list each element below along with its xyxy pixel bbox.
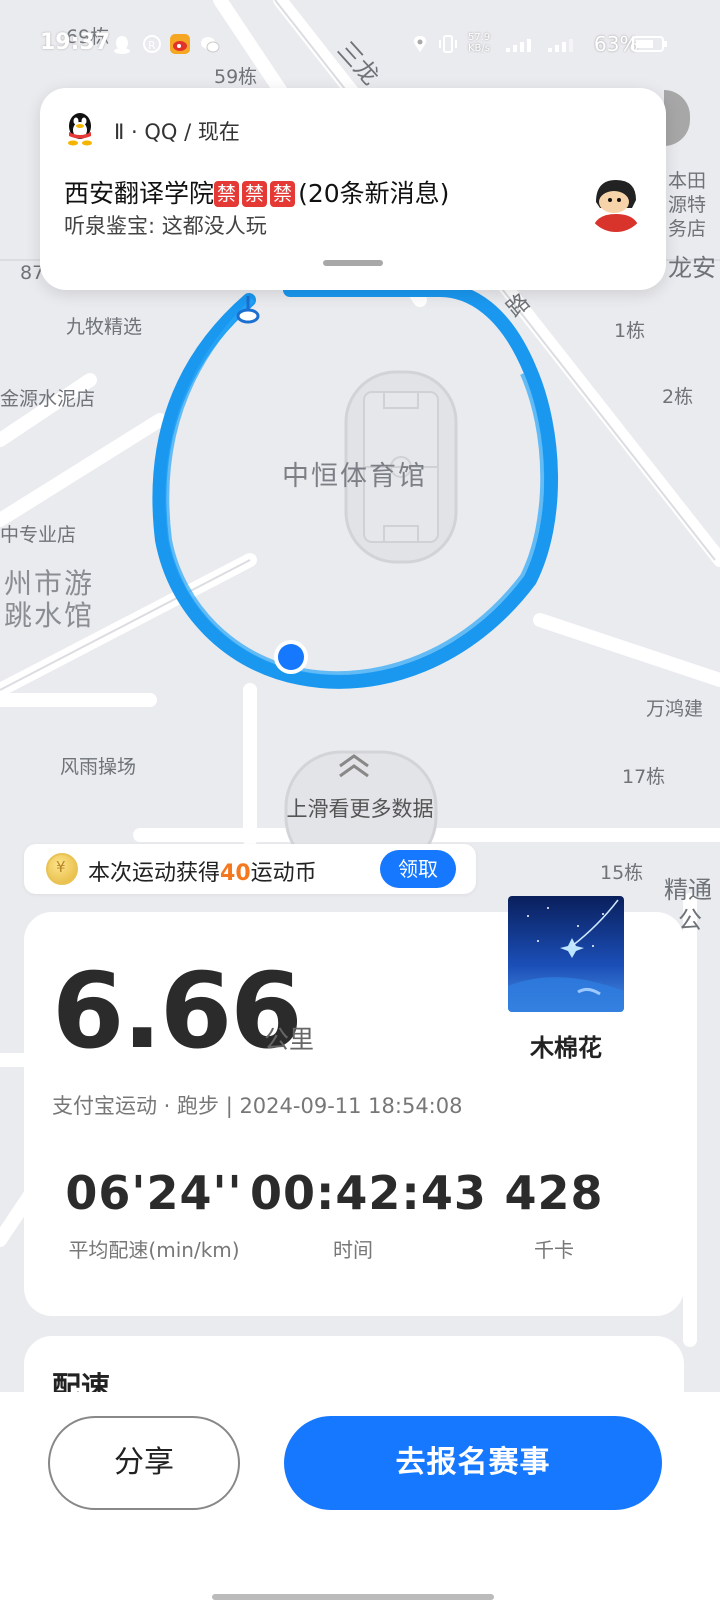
calories-label: 千卡 — [534, 1238, 574, 1262]
group-name: 西安翻译学院 — [64, 179, 215, 208]
map-label: 源特 — [668, 194, 707, 216]
qq-notification[interactable]: Ⅱ · QQ / 现在 西安翻译学院禁禁禁 (20条新消息) 听泉鉴宝: 这都没人… — [40, 88, 666, 290]
new-message-count: (20条新消息) — [298, 179, 450, 208]
registered-icon: R — [142, 34, 162, 54]
map-label: 风雨操场 — [60, 756, 137, 778]
wechat-icon — [200, 34, 220, 54]
chevron-up-icon[interactable] — [336, 752, 372, 780]
forbidden-tag: 禁 — [214, 181, 240, 207]
map-label: 跳水馆 — [4, 599, 95, 632]
status-time: 19:37 — [40, 30, 111, 55]
share-button[interactable]: 分享 — [48, 1416, 240, 1510]
location-icon — [410, 34, 430, 54]
claim-button[interactable]: 领取 — [380, 850, 456, 888]
map-label: 龙安 — [668, 254, 716, 282]
notification-title: 西安翻译学院禁禁禁 (20条新消息) — [64, 174, 449, 210]
qq-penguin-icon — [64, 110, 96, 146]
notification-body: 听泉鉴宝: 这都没人玩 — [64, 214, 267, 238]
map-label: 1栋 — [614, 320, 646, 342]
duration-label: 时间 — [333, 1238, 373, 1262]
vibrate-icon — [438, 34, 458, 54]
coin-icon: ¥ — [46, 853, 78, 885]
map-label: 本田 — [668, 170, 707, 192]
song-cover-art[interactable] — [508, 896, 624, 1012]
map-label: 59栋 — [214, 66, 258, 88]
distance-unit: 公里 — [264, 1025, 315, 1054]
coin-amount: 40 — [220, 861, 251, 886]
network-speed: 57.9 KB/s — [468, 32, 491, 54]
map-label: 17栋 — [622, 766, 666, 788]
map-label: 金源水泥店 — [0, 388, 96, 410]
avg-pace-label: 平均配速(min/km) — [68, 1238, 240, 1262]
status-bar: 19:37 R 57.9 KB/s 63% — [0, 28, 720, 62]
svg-text:R: R — [148, 39, 156, 52]
map-label-gym: 中恒体育馆 — [282, 461, 427, 492]
battery-icon — [632, 34, 668, 54]
register-event-button[interactable]: 去报名赛事 — [284, 1416, 662, 1510]
bottom-action-bar: 分享 去报名赛事 — [0, 1392, 720, 1600]
notification-drag-handle[interactable] — [323, 260, 383, 266]
signal-2-icon — [546, 34, 582, 54]
calories-value: 428 — [504, 1166, 604, 1220]
notification-header: Ⅱ · QQ / 现在 — [114, 120, 240, 144]
duration-metric: 00:42:43 时间 — [250, 1166, 487, 1263]
map-label: 万鸿建 — [646, 698, 704, 720]
map-label: 2栋 — [662, 386, 694, 408]
map-label: 15栋 — [600, 862, 644, 884]
avg-pace-value: 06'24'' — [65, 1166, 243, 1220]
workout-meta: 支付宝运动 · 跑步 | 2024-09-11 18:54:08 — [52, 1094, 463, 1118]
home-indicator[interactable] — [212, 1594, 494, 1600]
coin-reward-banner: ¥ 本次运动获得40运动币 领取 — [24, 844, 476, 894]
song-title[interactable]: 木棉花 — [508, 1028, 624, 1063]
qq-icon — [112, 34, 132, 54]
weibo-icon — [170, 34, 190, 54]
coin-reward-text: 本次运动获得40运动币 — [88, 861, 317, 886]
forbidden-tag: 禁 — [242, 181, 268, 207]
avatar — [586, 172, 646, 232]
calories-metric: 428 千卡 — [484, 1166, 624, 1263]
map-label: 九牧精选 — [66, 316, 143, 338]
forbidden-tag: 禁 — [270, 181, 296, 207]
workout-summary-card: 6.66 公里 支付宝运动 · 跑步 | 2024-09-11 18:54:08… — [24, 896, 684, 1316]
map-label: 务店 — [668, 218, 707, 240]
duration-value: 00:42:43 — [250, 1166, 487, 1220]
swipe-up-hint[interactable]: 上滑看更多数据 — [0, 793, 720, 823]
map-label: 中专业店 — [0, 524, 77, 546]
signal-1-icon — [504, 34, 540, 54]
avg-pace-metric: 06'24'' 平均配速(min/km) — [54, 1166, 254, 1263]
